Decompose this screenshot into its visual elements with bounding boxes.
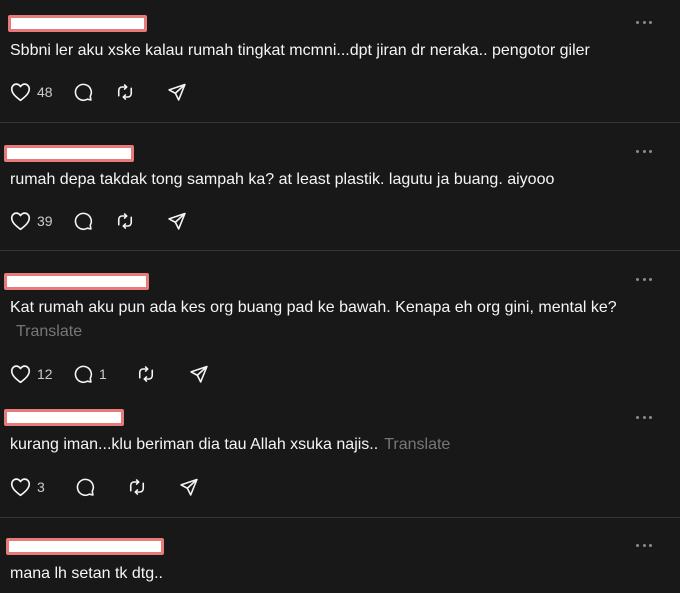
more-icon [636,149,639,153]
translate-link[interactable]: Translate [384,436,450,453]
send-icon [180,478,198,496]
reply-post: rumah depa takdak tong sampah ka? at lea… [0,123,680,250]
comment-icon [74,365,93,383]
like-button[interactable]: 39 [10,211,73,231]
reply-text-body: kurang iman...klu beriman dia tau Allah … [10,436,379,453]
repost-icon [117,84,133,100]
reply-text: rumah depa takdak tong sampah ka? at lea… [10,168,660,192]
like-button[interactable]: 3 [10,477,75,497]
action-bar: 12 1 [10,362,209,386]
reply-text-body: Sbbni ler aku xske kalau rumah tingkat m… [10,42,590,59]
repost-button[interactable] [115,211,167,231]
action-bar: 39 [10,209,187,233]
share-button[interactable] [167,211,187,231]
reply-text-body: rumah depa takdak tong sampah ka? at lea… [10,171,555,188]
more-icon [636,415,639,419]
reply-button[interactable] [75,477,127,497]
reply-text: Kat rumah aku pun ada kes org buang pad … [10,296,660,344]
translate-link[interactable]: Translate [16,323,82,340]
reply-button[interactable]: 1 [73,364,136,384]
reply-button[interactable] [73,211,115,231]
action-bar: 48 [10,80,187,104]
repost-button[interactable] [115,82,167,102]
more-options-button[interactable] [636,542,652,548]
redacted-username [4,273,149,290]
reply-text: Sbbni ler aku xske kalau rumah tingkat m… [10,39,660,63]
more-icon [636,543,639,547]
share-button[interactable] [179,477,199,497]
heart-icon [10,83,31,102]
reply-text: kurang iman...klu beriman dia tau Allah … [10,433,660,457]
send-icon [190,365,208,383]
reply-post: kurang iman...klu beriman dia tau Allah … [0,401,680,517]
more-icon [636,277,639,281]
repost-icon [117,213,133,229]
more-options-button[interactable] [636,148,652,154]
comment-icon [76,478,95,496]
send-icon [168,212,186,230]
like-button[interactable]: 12 [10,364,73,384]
reply-post: mana lh setan tk dtg.. [0,518,680,593]
repost-icon [138,366,154,382]
more-options-button[interactable] [636,276,652,282]
send-icon [168,83,186,101]
like-count: 48 [37,84,53,100]
like-button[interactable]: 48 [10,82,73,102]
redacted-username [6,538,164,555]
reply-feed: Sbbni ler aku xske kalau rumah tingkat m… [0,0,680,593]
like-count: 3 [37,479,45,495]
action-bar: 3 [10,475,199,499]
heart-icon [10,365,31,384]
heart-icon [10,478,31,497]
like-count: 39 [37,213,53,229]
reply-text-body: mana lh setan tk dtg.. [10,565,163,582]
repost-button[interactable] [127,477,179,497]
reply-button[interactable] [73,82,115,102]
heart-icon [10,212,31,231]
reply-count: 1 [99,366,107,382]
repost-icon [129,479,145,495]
like-count: 12 [37,366,53,382]
more-options-button[interactable] [636,414,652,420]
more-options-button[interactable] [636,19,652,25]
more-icon [636,20,639,24]
reply-text: mana lh setan tk dtg.. [10,562,660,586]
redacted-username [8,15,147,32]
share-button[interactable] [167,82,187,102]
share-button[interactable] [189,364,209,384]
comment-icon [74,83,93,101]
comment-icon [74,212,93,230]
reply-post: Kat rumah aku pun ada kes org buang pad … [0,251,680,401]
reply-post: Sbbni ler aku xske kalau rumah tingkat m… [0,0,680,122]
repost-button[interactable] [136,364,189,384]
redacted-username [4,409,124,426]
redacted-username [4,145,134,162]
reply-text-body: Kat rumah aku pun ada kes org buang pad … [10,299,617,316]
